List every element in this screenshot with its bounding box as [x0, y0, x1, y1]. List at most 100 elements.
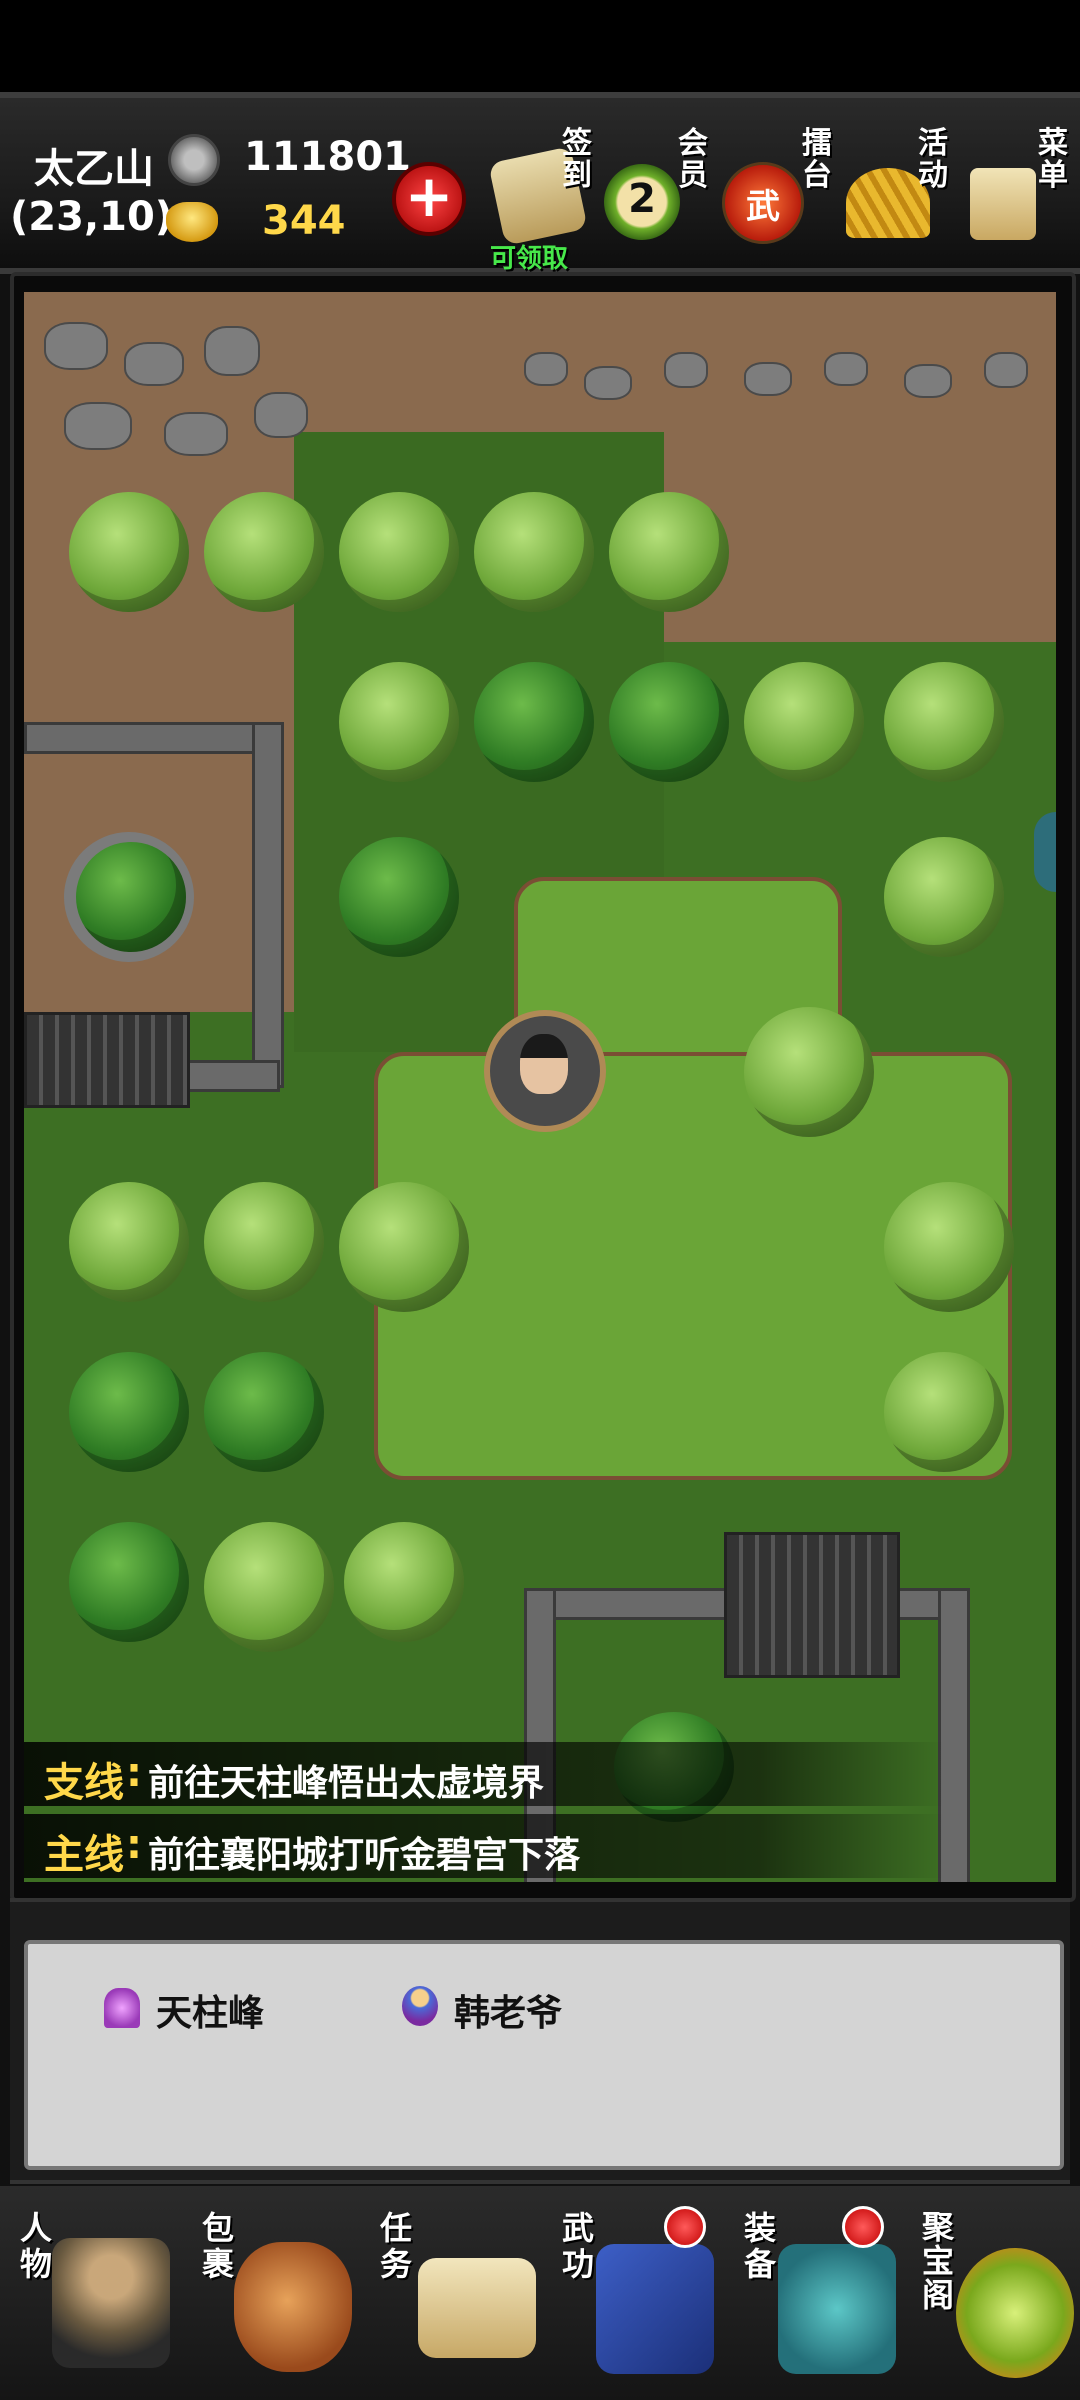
player-character[interactable] — [484, 1010, 606, 1132]
quest-row-side[interactable]: 支线 : 前往天柱峰悟出太虚境界 — [24, 1742, 944, 1806]
signin-claimable-note: 可领取 — [490, 244, 569, 274]
entity-item-npc[interactable]: 韩老爷 — [402, 1980, 622, 2036]
stone — [44, 322, 108, 370]
entity-item-portal[interactable]: 天柱峰 — [104, 1980, 324, 2036]
nav-label-character: 人物 — [19, 2209, 52, 2283]
signin-label: 签到 — [562, 126, 592, 193]
tree — [69, 1182, 189, 1302]
vip-button[interactable]: 2 会员 — [604, 128, 714, 258]
tree — [339, 837, 459, 957]
war-drum-icon: 武 — [722, 162, 804, 244]
nav-bag[interactable]: 包裹 — [196, 2198, 356, 2388]
scroll-icon — [970, 168, 1036, 240]
stone — [524, 352, 568, 386]
world-map[interactable]: 支线 : 前往天柱峰悟出太虚境界 主线 : 前往襄阳城打听金碧宫下落 — [24, 292, 1056, 1882]
martial-book-icon — [596, 2244, 714, 2374]
stone — [254, 392, 308, 438]
tree — [204, 492, 324, 612]
nav-label-treasure: 聚宝阁 — [921, 2208, 954, 2314]
player-portrait-icon — [520, 1034, 568, 1094]
gold-ingot-icon — [166, 202, 218, 242]
tree — [884, 662, 1004, 782]
status-strip — [0, 0, 1080, 92]
gold-amount: 344 — [262, 198, 346, 244]
tree — [744, 1007, 874, 1137]
treasure-icon — [956, 2248, 1074, 2378]
quest-row-main[interactable]: 主线 : 前往襄阳城打听金碧宫下落 — [24, 1814, 944, 1878]
npc-icon — [402, 1986, 438, 2026]
stone — [744, 362, 792, 396]
quest-tag: 主线 — [44, 1832, 124, 1878]
quest-text: 前往襄阳城打听金碧宫下落 — [148, 1835, 581, 1876]
nav-label-bag: 包裹 — [201, 2209, 234, 2283]
portal-icon — [104, 1988, 140, 2028]
menu-label: 菜单 — [1038, 126, 1068, 193]
events-button[interactable]: 活动 — [846, 128, 956, 258]
notification-badge — [842, 2206, 884, 2248]
quest-tag: 支线 — [44, 1760, 124, 1806]
nav-treasure[interactable]: 聚宝阁 — [916, 2198, 1076, 2388]
tree — [204, 1182, 324, 1302]
tree — [69, 492, 189, 612]
equipment-icon — [778, 2244, 896, 2374]
nav-quests[interactable]: 任务 — [374, 2198, 536, 2388]
quest-separator: : — [126, 1822, 142, 1868]
tree — [76, 842, 186, 952]
tree — [339, 1182, 469, 1312]
stone — [124, 342, 184, 386]
tree — [69, 1352, 189, 1472]
stone — [584, 366, 632, 400]
entity-name: 天柱峰 — [156, 1993, 265, 2034]
quest-separator: : — [126, 1750, 142, 1796]
stone — [64, 402, 132, 450]
tree — [884, 1352, 1004, 1472]
nav-equipment[interactable]: 装备 — [738, 2198, 898, 2388]
stone — [664, 352, 708, 388]
stone — [904, 364, 952, 398]
silver-amount: 111801 — [244, 134, 411, 180]
stone — [824, 352, 868, 386]
silver-coin-icon — [168, 134, 220, 186]
tree — [884, 837, 1004, 957]
menu-button[interactable]: 菜单 — [970, 128, 1080, 258]
location-name: 太乙山 — [34, 146, 154, 192]
stone — [984, 352, 1028, 388]
nav-character[interactable]: 人物 — [14, 2198, 174, 2388]
tree — [744, 662, 864, 782]
vip-medal-icon: 2 — [604, 164, 680, 240]
tree — [884, 1182, 1014, 1312]
stone — [164, 412, 228, 456]
side-drawer-handle[interactable] — [1034, 812, 1056, 892]
vip-label: 会员 — [678, 126, 708, 193]
quest-scroll-icon — [418, 2258, 536, 2358]
arena-label: 擂台 — [802, 126, 832, 193]
arena-button[interactable]: 武 擂台 — [722, 128, 842, 258]
tree — [474, 662, 594, 782]
nav-martial[interactable]: 武功 — [556, 2198, 716, 2388]
tree — [609, 662, 729, 782]
bag-icon — [234, 2242, 352, 2372]
nav-label-quests: 任务 — [379, 2209, 412, 2283]
arena-glyph: 武 — [746, 187, 780, 227]
tree — [474, 492, 594, 612]
courtyard-wall — [24, 722, 280, 754]
stone — [204, 326, 260, 376]
recharge-plus-button[interactable]: + — [392, 162, 466, 236]
tree — [339, 492, 459, 612]
nav-label-martial: 武功 — [561, 2209, 594, 2283]
tree — [344, 1522, 464, 1642]
tree — [339, 662, 459, 782]
tree — [204, 1522, 334, 1652]
tree — [69, 1522, 189, 1642]
nearby-panel: 天柱峰 韩老爷 — [24, 1940, 1064, 2170]
quest-text: 前往天柱峰悟出太虚境界 — [148, 1763, 545, 1804]
vip-level: 2 — [628, 176, 656, 222]
signin-button[interactable]: 签到 可领取 — [488, 126, 600, 274]
bottom-nav: 人物 包裹 任务 武功 装备 聚宝阁 — [0, 2186, 1080, 2400]
nav-label-equipment: 装备 — [743, 2209, 776, 2283]
tiled-roof — [724, 1532, 900, 1678]
tree — [609, 492, 729, 612]
top-hud: 太乙山 (23,10) 111801 344 + 签到 可领取 2 会员 武 擂… — [0, 92, 1080, 274]
tree — [204, 1352, 324, 1472]
player-coords: (23,10) — [10, 194, 174, 240]
